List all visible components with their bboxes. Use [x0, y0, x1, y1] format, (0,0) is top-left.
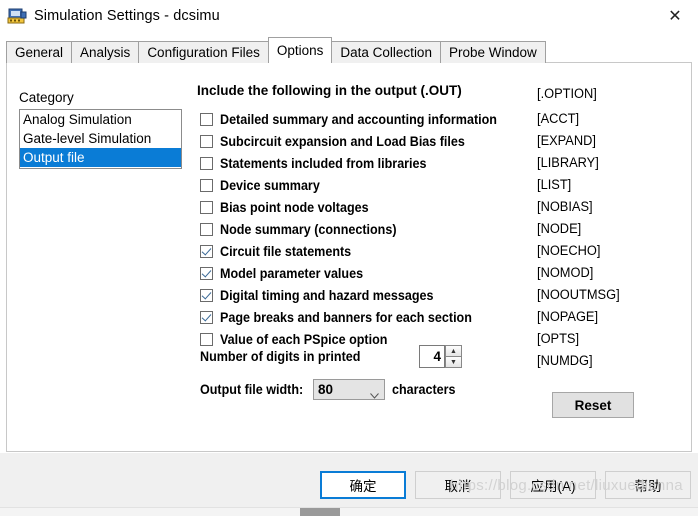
- number-of-digits-input[interactable]: 4: [419, 345, 445, 368]
- option-keyword-node: [NODE]: [537, 221, 582, 236]
- output-file-width-label: Output file width:: [200, 382, 304, 397]
- checkbox-nooutmsg[interactable]: [200, 288, 213, 302]
- reset-button[interactable]: Reset: [552, 392, 634, 418]
- number-of-digits-row: Number of digits in printed: [200, 349, 373, 364]
- option-keyword-option: [.OPTION]: [537, 86, 597, 101]
- option-row-expand[interactable]: Subcircuit expansion and Load Bias files: [200, 130, 518, 152]
- title-bar: Simulation Settings - dcsimu ✕: [0, 0, 698, 32]
- option-label-nobias: Bias point node voltages: [220, 199, 369, 215]
- output-file-width-row: Output file width: 80 characters: [200, 379, 460, 400]
- option-keyword-noecho: [NOECHO]: [537, 243, 601, 258]
- tab-strip: General Analysis Configuration Files Opt…: [6, 37, 546, 63]
- option-label-noecho: Circuit file statements: [220, 243, 352, 259]
- category-label: Category: [19, 90, 74, 105]
- stepper-buttons[interactable]: ▲ ▼: [445, 345, 462, 368]
- options-page: Category Analog Simulation Gate-level Si…: [6, 62, 692, 452]
- option-keyword-list: [LIST]: [537, 177, 572, 192]
- option-keyword-acct: [ACCT]: [537, 111, 580, 126]
- option-label-list: Device summary: [220, 177, 320, 193]
- output-file-width-value: 80: [317, 382, 334, 397]
- checkbox-nobias[interactable]: [200, 200, 213, 214]
- option-label-node: Node summary (connections): [220, 221, 397, 237]
- option-keyword-nopage: [NOPAGE]: [537, 309, 599, 324]
- checkbox-list[interactable]: [200, 178, 213, 192]
- option-row-acct[interactable]: Detailed summary and accounting informat…: [200, 108, 518, 130]
- checkbox-library[interactable]: [200, 156, 213, 170]
- checkbox-acct[interactable]: [200, 112, 213, 126]
- output-file-width-suffix: characters: [391, 382, 456, 397]
- tab-analysis[interactable]: Analysis: [71, 41, 140, 63]
- chevron-down-icon[interactable]: [370, 386, 379, 399]
- option-row-node[interactable]: Node summary (connections): [200, 218, 518, 240]
- stepper-up-icon[interactable]: ▲: [445, 345, 462, 356]
- option-label-library: Statements included from libraries: [220, 155, 427, 171]
- option-row-list[interactable]: Device summary: [200, 174, 518, 196]
- option-row-noecho[interactable]: Circuit file statements: [200, 240, 518, 262]
- tab-probe-window[interactable]: Probe Window: [439, 41, 546, 63]
- checkbox-expand[interactable]: [200, 134, 213, 148]
- number-of-digits-label: Number of digits in printed: [200, 349, 361, 364]
- option-keyword-library: [LIBRARY]: [537, 155, 599, 170]
- option-label-expand: Subcircuit expansion and Load Bias files: [220, 133, 465, 149]
- checkbox-opts[interactable]: [200, 332, 213, 346]
- checkbox-noecho[interactable]: [200, 244, 213, 258]
- option-row-nopage[interactable]: Page breaks and banners for each section: [200, 306, 518, 328]
- output-options-list: Detailed summary and accounting informat…: [200, 108, 518, 350]
- option-keyword-nooutmsg: [NOOUTMSG]: [537, 287, 620, 302]
- include-output-heading: Include the following in the output (.OU…: [197, 83, 462, 98]
- option-row-nooutmsg[interactable]: Digital timing and hazard messages: [200, 284, 518, 306]
- category-item-gate-level-simulation[interactable]: Gate-level Simulation: [20, 129, 181, 148]
- simulation-settings-icon: [6, 5, 28, 27]
- option-keyword-nomod: [NOMOD]: [537, 265, 594, 280]
- option-row-nobias[interactable]: Bias point node voltages: [200, 196, 518, 218]
- tab-general[interactable]: General: [6, 41, 73, 63]
- number-of-digits-stepper[interactable]: 4 ▲ ▼: [419, 345, 462, 368]
- category-list[interactable]: Analog Simulation Gate-level Simulation …: [19, 109, 182, 169]
- checkbox-nopage[interactable]: [200, 310, 213, 324]
- option-row-nomod[interactable]: Model parameter values: [200, 262, 518, 284]
- checkbox-nomod[interactable]: [200, 266, 213, 280]
- option-label-opts: Value of each PSpice option: [220, 331, 388, 347]
- output-file-width-select[interactable]: 80: [312, 379, 385, 400]
- option-keyword-opts: [OPTS]: [537, 331, 580, 346]
- tab-data-collection[interactable]: Data Collection: [331, 41, 441, 63]
- checkbox-node[interactable]: [200, 222, 213, 236]
- option-label-nomod: Model parameter values: [220, 265, 364, 281]
- option-keyword-nobias: [NOBIAS]: [537, 199, 593, 214]
- option-keyword-numdg: [NUMDG]: [537, 353, 593, 368]
- option-row-opts[interactable]: Value of each PSpice option: [200, 328, 518, 350]
- category-item-output-file[interactable]: Output file: [20, 148, 181, 167]
- tab-options[interactable]: Options: [267, 37, 333, 63]
- watermark-text: https://blog.csdn.net/liuxuedianna: [450, 477, 683, 494]
- option-label-nooutmsg: Digital timing and hazard messages: [220, 287, 434, 303]
- option-label-acct: Detailed summary and accounting informat…: [220, 111, 497, 127]
- tab-configuration-files[interactable]: Configuration Files: [138, 41, 269, 63]
- option-row-library[interactable]: Statements included from libraries: [200, 152, 518, 174]
- option-keyword-column: [.OPTION] [ACCT] [EXPAND] [LIBRARY] [LIS…: [537, 83, 624, 372]
- option-keyword-expand: [EXPAND]: [537, 133, 596, 148]
- option-label-nopage: Page breaks and banners for each section: [220, 309, 472, 325]
- ok-button[interactable]: 确定: [320, 471, 406, 499]
- stepper-down-icon[interactable]: ▼: [445, 356, 462, 368]
- window-title: Simulation Settings - dcsimu: [34, 8, 220, 24]
- close-icon[interactable]: ✕: [652, 0, 698, 31]
- category-item-analog-simulation[interactable]: Analog Simulation: [20, 110, 181, 129]
